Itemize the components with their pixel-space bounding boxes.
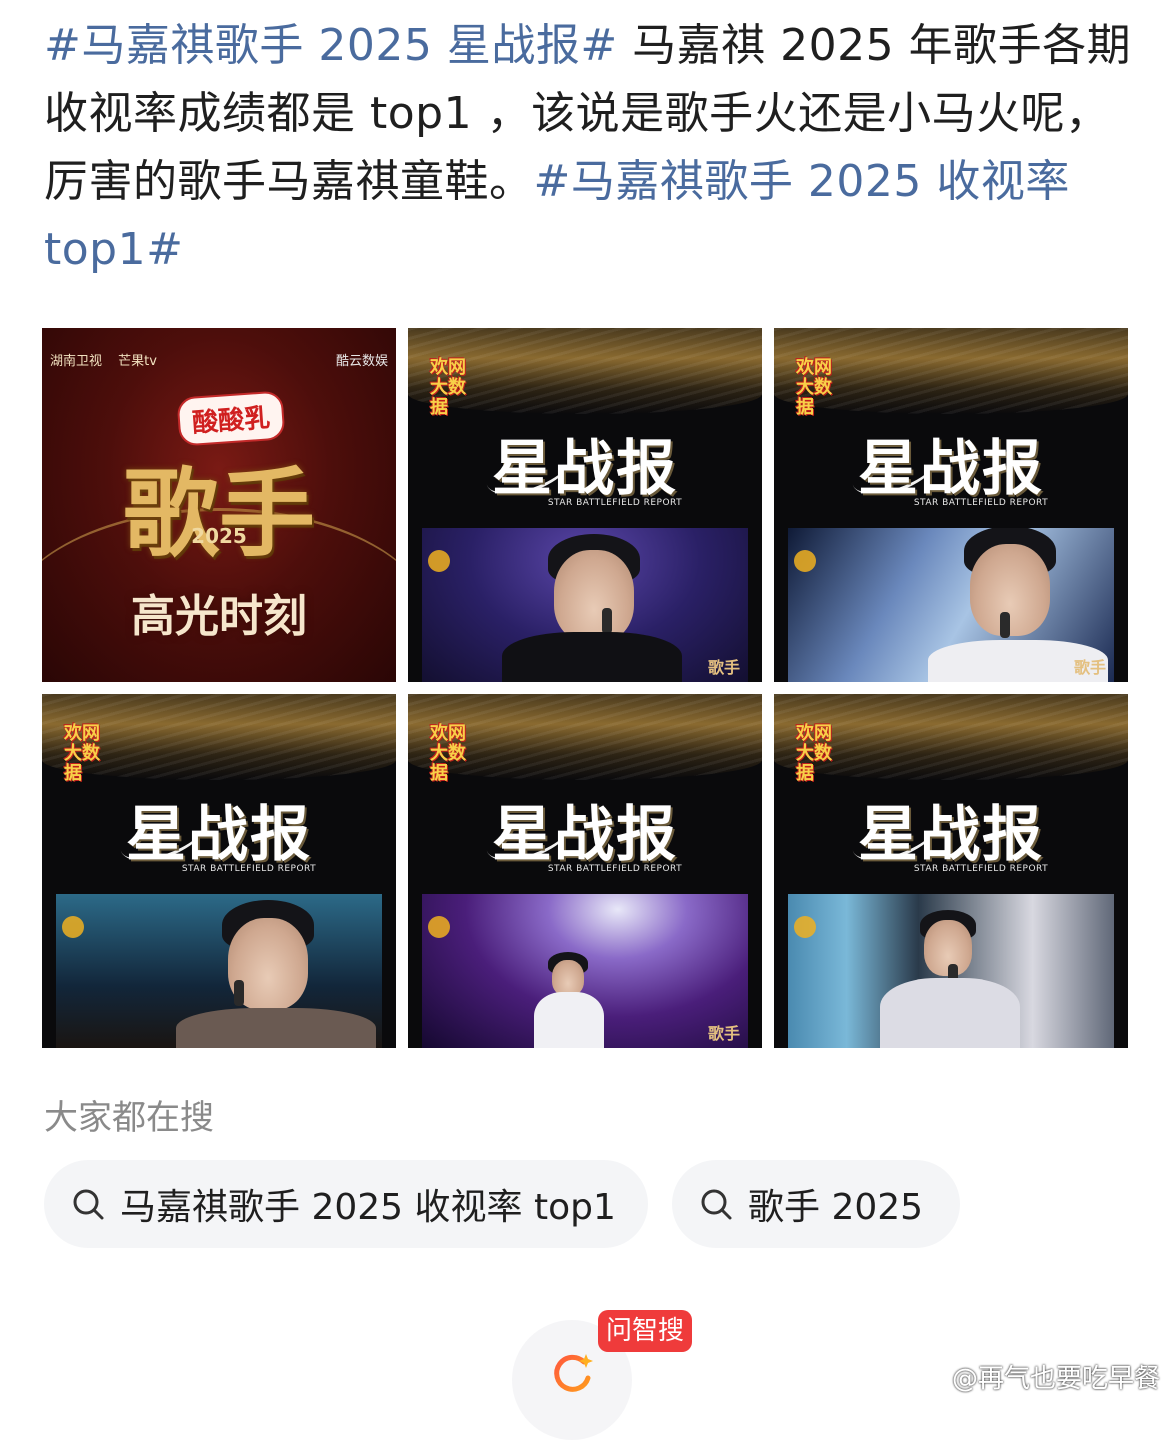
- stage-photo: 歌手: [788, 528, 1114, 682]
- stage-photo: 歌手: [422, 894, 748, 1048]
- image-poster[interactable]: 湖南卫视 芒果tv 酷云数娱 酸酸乳 歌手 2025 高光时刻: [42, 328, 396, 682]
- search-suggestion-singer[interactable]: 歌手 2025: [672, 1160, 960, 1248]
- search-icon: [73, 1189, 104, 1220]
- report-title: 星战报: [858, 800, 1044, 870]
- ai-search-badge: 问智搜: [598, 1310, 693, 1352]
- stage-photo: [56, 894, 382, 1048]
- search-icon: [701, 1189, 732, 1220]
- microphone-icon: [602, 608, 612, 634]
- stage-photo: [788, 894, 1114, 1048]
- singer-face: [970, 544, 1050, 636]
- stage-photo: 歌手: [422, 528, 748, 682]
- image-report-1[interactable]: 欢网大数据 星战报 STAR BATTLEFIELD REPORT 歌手: [408, 328, 762, 682]
- report-title: 星战报: [126, 800, 312, 870]
- stage-watermark: 歌手: [1073, 658, 1106, 677]
- ai-search-icon: [554, 1354, 593, 1392]
- hunan-tv-icon: [428, 916, 450, 938]
- show-year: 2025: [191, 524, 247, 548]
- singer-face: [552, 960, 584, 996]
- microphone-icon: [234, 980, 244, 1006]
- hunan-tv-icon: [794, 916, 816, 938]
- kuyun-logo: 酷云数娱: [335, 354, 388, 369]
- report-title: 星战报: [492, 800, 678, 870]
- hashtag-star-report[interactable]: #马嘉祺歌手 2025 星战报#: [44, 20, 618, 71]
- broadcaster-logos: 湖南卫视 芒果tv: [50, 350, 169, 369]
- singer-body: [176, 1008, 376, 1048]
- report-subtitle: STAR BATTLEFIELD REPORT: [547, 864, 683, 874]
- report-subtitle: STAR BATTLEFIELD REPORT: [547, 498, 683, 508]
- hunan-tv-icon: [62, 916, 84, 938]
- poster-caption: 高光时刻: [131, 591, 307, 642]
- image-report-5[interactable]: 欢网大数据 星战报 STAR BATTLEFIELD REPORT: [774, 694, 1128, 1048]
- report-title: 星战报: [492, 434, 678, 504]
- image-report-2[interactable]: 欢网大数据 星战报 STAR BATTLEFIELD REPORT 歌手: [774, 328, 1128, 682]
- stage-watermark: 歌手: [707, 658, 740, 677]
- show-title: 歌手: [123, 457, 315, 570]
- singer-body: [880, 978, 1020, 1048]
- report-title: 星战报: [858, 434, 1044, 504]
- report-badge: 欢网大数据: [430, 357, 466, 418]
- report-subtitle: STAR BATTLEFIELD REPORT: [913, 498, 1049, 508]
- report-subtitle: STAR BATTLEFIELD REPORT: [913, 864, 1049, 874]
- report-badge: 欢网大数据: [64, 723, 100, 784]
- singer-face: [554, 550, 634, 642]
- mango-tv-logo: 芒果tv: [118, 354, 157, 369]
- image-report-3[interactable]: 欢网大数据 星战报 STAR BATTLEFIELD REPORT: [42, 694, 396, 1048]
- search-suggestion-ratings[interactable]: 马嘉祺歌手 2025 收视率 top1: [44, 1160, 648, 1248]
- hunan-tv-logo: 湖南卫视: [50, 354, 103, 369]
- report-badge: 欢网大数据: [796, 357, 832, 418]
- image-report-4[interactable]: 欢网大数据 星战报 STAR BATTLEFIELD REPORT 歌手: [408, 694, 762, 1048]
- hunan-tv-icon: [428, 550, 450, 572]
- singer-body: [534, 992, 604, 1048]
- trending-search-label: 大家都在搜: [44, 1098, 214, 1138]
- hunan-tv-icon: [794, 550, 816, 572]
- search-suggestion-label: 马嘉祺歌手 2025 收视率 top1: [120, 1187, 616, 1228]
- report-badge: 欢网大数据: [796, 723, 832, 784]
- search-suggestion-label: 歌手 2025: [748, 1187, 924, 1228]
- microphone-icon: [1000, 612, 1010, 638]
- stage-watermark: 歌手: [707, 1024, 740, 1043]
- weibo-watermark: @再气也要吃早餐: [951, 1364, 1160, 1394]
- singer-body: [502, 632, 682, 682]
- report-subtitle: STAR BATTLEFIELD REPORT: [181, 864, 317, 874]
- image-grid: 湖南卫视 芒果tv 酷云数娱 酸酸乳 歌手 2025 高光时刻 欢网大数据 星战…: [42, 328, 1128, 1048]
- post-text: #马嘉祺歌手 2025 星战报# 马嘉祺 2025 年歌手各期收视率成绩都是 t…: [44, 12, 1134, 284]
- report-badge: 欢网大数据: [430, 723, 466, 784]
